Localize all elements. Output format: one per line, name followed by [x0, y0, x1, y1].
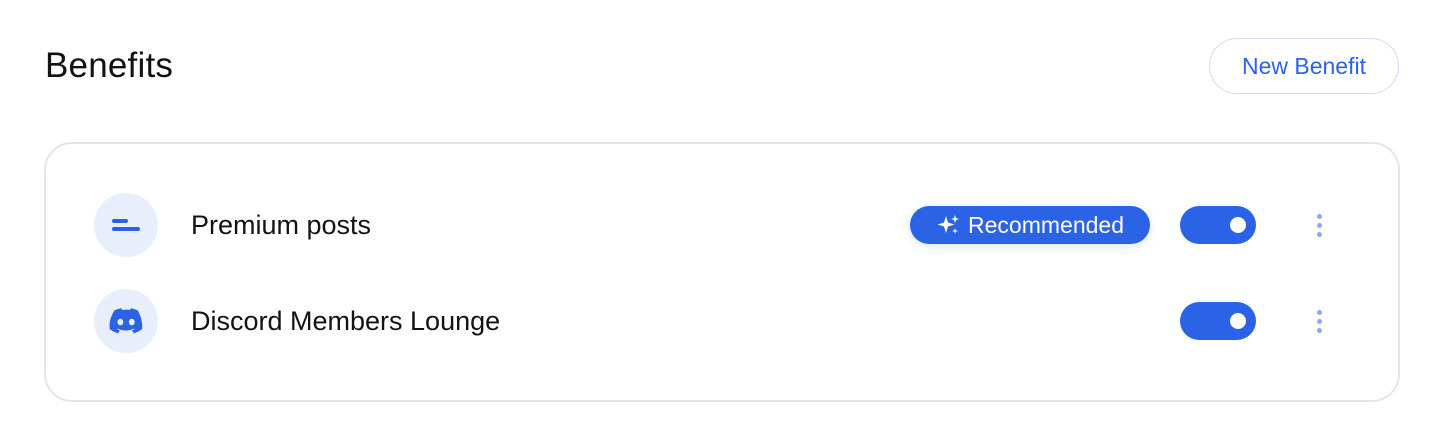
page-title: Benefits [45, 46, 174, 85]
recommended-badge: Recommended [910, 206, 1150, 244]
badge-label: Recommended [968, 211, 1124, 238]
benefit-row-premium-posts: Premium posts Recommended [46, 192, 1398, 258]
benefits-card: Premium posts Recommended Discord Member… [44, 142, 1400, 402]
benefit-label: Discord Members Lounge [191, 306, 501, 336]
discord-icon [94, 289, 158, 353]
benefits-header: Benefits New Benefit [45, 38, 1399, 94]
more-options-icon[interactable] [1304, 210, 1334, 240]
posts-lines-icon [94, 193, 158, 257]
new-benefit-button[interactable]: New Benefit [1209, 38, 1399, 94]
benefit-toggle[interactable] [1180, 302, 1256, 340]
benefit-toggle[interactable] [1180, 206, 1256, 244]
benefit-label: Premium posts [191, 210, 372, 240]
more-options-icon[interactable] [1304, 306, 1334, 336]
toggle-knob [1230, 217, 1246, 233]
benefit-row-discord: Discord Members Lounge [46, 288, 1398, 354]
sparkle-icon [936, 213, 960, 237]
toggle-knob [1230, 313, 1246, 329]
